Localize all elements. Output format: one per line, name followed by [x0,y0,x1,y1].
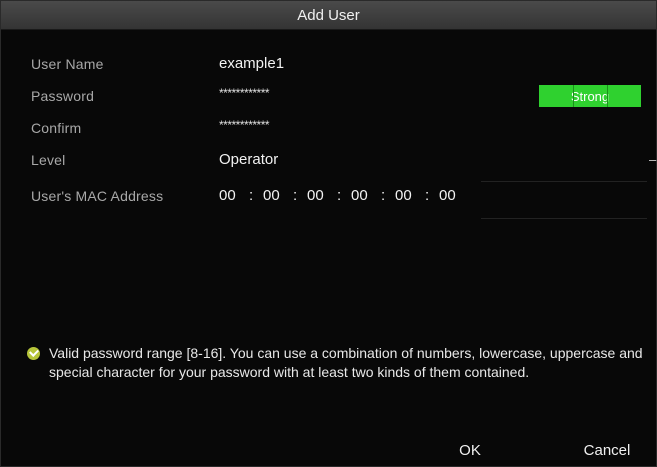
mac-separator: : [293,187,298,204]
confirm-row: Confirm ************ [1,113,656,143]
mac-separator: : [381,187,386,204]
user-name-input[interactable]: example1 [219,55,284,72]
mac-octet-1[interactable]: 00 [219,187,241,204]
mac-separator: : [425,187,430,204]
cancel-button[interactable]: Cancel [571,437,643,463]
password-strength-label: Strong [570,88,610,104]
mac-separator: : [337,187,342,204]
strength-segment-divider [573,85,574,107]
dropdown-arrow-icon[interactable]: – [649,152,656,167]
confirm-password-input[interactable]: ************ [219,118,270,132]
password-row: Password ************ Strong [1,81,656,111]
mac-octet-4[interactable]: 00 [351,187,373,204]
check-circle-icon [27,347,40,360]
dialog-footer: OK Cancel [1,431,656,466]
level-label: Level [31,152,66,168]
ok-button[interactable]: OK [449,437,491,463]
strength-segment-divider [607,85,608,107]
mac-octet-6[interactable]: 00 [439,187,461,204]
password-input[interactable]: ************ [219,86,270,100]
level-row: Level Operator – [1,145,656,175]
confirm-label: Confirm [31,120,82,136]
user-name-label: User Name [31,56,104,72]
mac-octet-3[interactable]: 00 [307,187,329,204]
user-name-row: User Name example1 [1,49,656,79]
mac-address-input[interactable]: 00 : 00 : 00 : 00 : 00 : 00 [219,187,461,204]
password-label: Password [31,88,95,104]
mac-separator: : [249,187,254,204]
mac-address-row: User's MAC Address 00 : 00 : 00 : 00 : 0… [1,181,656,219]
password-strength-indicator: Strong [539,85,641,107]
mac-octet-5[interactable]: 00 [395,187,417,204]
add-user-dialog: Add User User Name example1 Password ***… [0,0,657,467]
password-hint-text: Valid password range [8-16]. You can use… [49,345,643,380]
mac-address-label: User's MAC Address [31,188,164,204]
level-select[interactable]: Operator [219,151,278,168]
dialog-title: Add User [1,1,656,30]
mac-field-border [481,181,647,219]
mac-octet-2[interactable]: 00 [263,187,285,204]
